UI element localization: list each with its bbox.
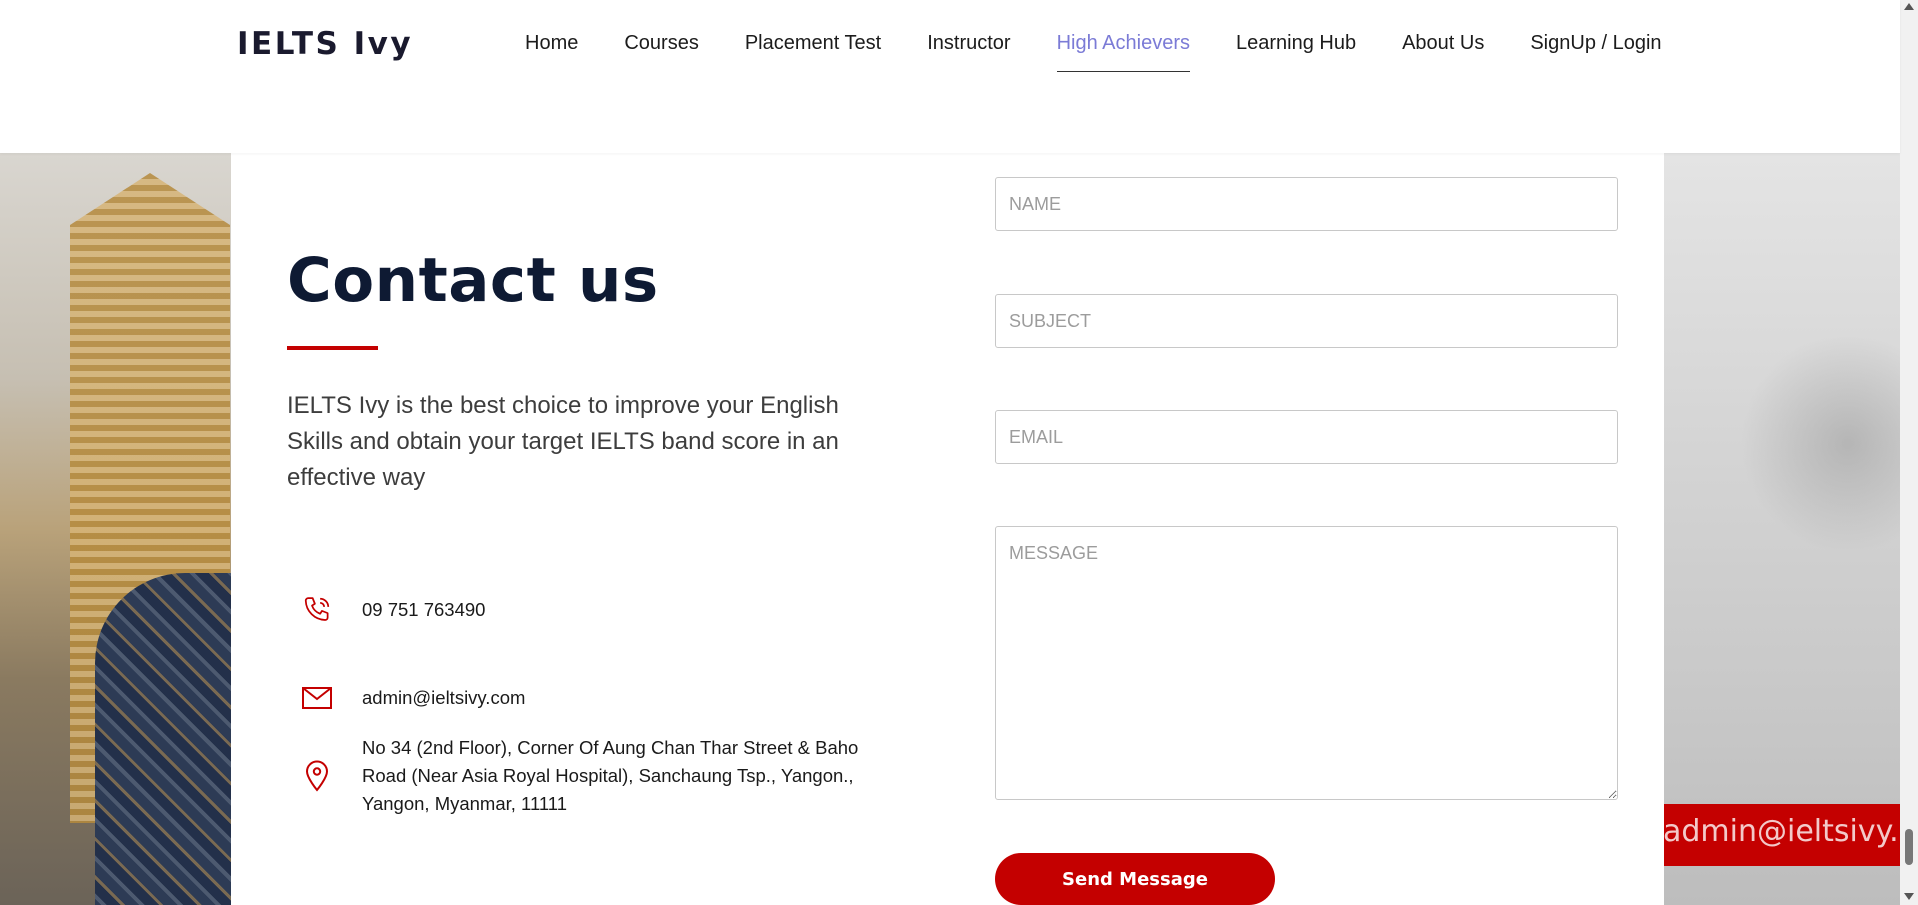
email-banner: admin@ieltsivy.com	[1663, 804, 1900, 866]
nav-instructor[interactable]: Instructor	[927, 32, 1010, 72]
message-textarea[interactable]	[995, 526, 1618, 800]
scroll-up-arrow-icon[interactable]	[1904, 3, 1914, 10]
contact-email: admin@ieltsivy.com	[287, 678, 882, 718]
page-scrollbar[interactable]	[1900, 0, 1918, 905]
email-banner-text: admin@ieltsivy.com	[1663, 814, 1900, 849]
send-message-button[interactable]: Send Message	[995, 853, 1275, 905]
phone-icon	[287, 590, 347, 630]
title-underline	[287, 346, 378, 350]
contact-address: No 34 (2nd Floor), Corner Of Aung Chan T…	[287, 734, 882, 818]
mail-icon	[287, 678, 347, 718]
email-input[interactable]	[995, 410, 1618, 464]
email-address[interactable]: admin@ieltsivy.com	[362, 684, 882, 712]
site-header: IELTS Ivy Home Courses Placement Test In…	[0, 0, 1900, 153]
contact-card: Contact us IELTS Ivy is the best choice …	[231, 153, 1664, 905]
nav-courses[interactable]: Courses	[624, 32, 698, 72]
nav-learning-hub[interactable]: Learning Hub	[1236, 32, 1356, 72]
phone-number[interactable]: 09 751 763490	[362, 596, 882, 624]
student-shirt-image	[95, 573, 235, 905]
address-text: No 34 (2nd Floor), Corner Of Aung Chan T…	[362, 737, 859, 814]
main-nav: Home Courses Placement Test Instructor H…	[525, 32, 1708, 72]
nav-home[interactable]: Home	[525, 32, 578, 72]
plant-shadow-image	[1740, 333, 1900, 553]
subject-input[interactable]	[995, 294, 1618, 348]
contact-phone: 09 751 763490	[287, 590, 882, 630]
scroll-down-arrow-icon[interactable]	[1904, 893, 1914, 900]
background-photo-left	[0, 153, 235, 905]
map-pin-icon	[287, 756, 347, 796]
nav-placement-test[interactable]: Placement Test	[745, 32, 881, 72]
page-title: Contact us	[287, 245, 659, 316]
scrollbar-thumb[interactable]	[1905, 829, 1913, 865]
contact-description: IELTS Ivy is the best choice to improve …	[287, 392, 839, 491]
site-logo[interactable]: IELTS Ivy	[237, 26, 413, 62]
nav-about-us[interactable]: About Us	[1402, 32, 1484, 72]
name-input[interactable]	[995, 177, 1618, 231]
nav-signup-login[interactable]: SignUp / Login	[1530, 32, 1661, 72]
nav-high-achievers[interactable]: High Achievers	[1056, 32, 1190, 72]
